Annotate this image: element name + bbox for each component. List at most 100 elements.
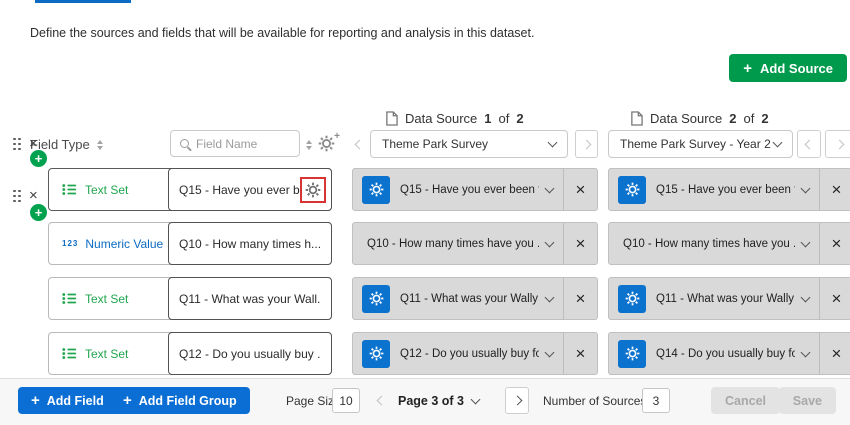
mapping-select[interactable]: Q10 - How many times have you ... (609, 223, 819, 264)
mapping-settings-button[interactable] (618, 176, 646, 204)
gear-icon (369, 291, 384, 306)
drag-handle-icon[interactable] (13, 189, 21, 203)
mapping-label: Q12 - Do you usually buy fo... (400, 348, 539, 360)
plus-icon: + (35, 206, 43, 219)
source-1-next-button[interactable] (575, 130, 598, 158)
field-settings-gear-icon[interactable] (305, 182, 321, 198)
mapping-cell: Q15 - Have you ever been t... × (352, 168, 598, 211)
remove-mapping-button[interactable]: × (820, 223, 850, 264)
add-field-group-label: Add Field Group (139, 394, 237, 408)
field-type-value: Numeric Value (85, 237, 163, 251)
field-name-cell[interactable]: Q11 - What was your Wall... (168, 277, 332, 320)
chevron-down-icon (773, 138, 783, 148)
field-name-search-input[interactable] (196, 137, 290, 151)
remove-mapping-button[interactable]: × (564, 169, 597, 210)
remove-mapping-button[interactable]: × (564, 223, 597, 264)
mapping-select[interactable]: Q10 - How many times have you ... (353, 223, 563, 264)
add-field-label: Add Field (47, 394, 104, 408)
remove-row-icon[interactable]: × (29, 136, 38, 151)
chevron-down-icon (801, 237, 811, 247)
field-name-cell[interactable]: Q10 - How many times h... (168, 222, 332, 265)
source-header-of: of (499, 111, 510, 126)
prev-page-button[interactable] (372, 387, 390, 414)
gear-icon (625, 291, 640, 306)
source-header-label: Data Source (650, 111, 722, 126)
field-name-cell[interactable]: Q15 - Have you ever b (168, 168, 332, 211)
source-header-total: 2 (761, 111, 768, 126)
mapping-settings-button[interactable] (362, 176, 390, 204)
document-icon (385, 111, 398, 126)
remove-mapping-button[interactable]: × (820, 333, 850, 374)
textset-icon (62, 347, 78, 360)
mapping-cell: Q14 - Do you usually buy fo... × (608, 332, 850, 375)
field-name-search[interactable] (170, 130, 300, 157)
insert-field-above-button[interactable]: + (30, 150, 47, 167)
mapping-label: Q11 - What was your Wally ... (656, 293, 795, 305)
insert-field-below-button[interactable]: + (30, 204, 47, 221)
source-header-total: 2 (516, 111, 523, 126)
mapping-select[interactable]: Q11 - What was your Wally ... (390, 278, 563, 319)
field-row-3: Text Set Q11 - What was your Wall... (48, 277, 332, 320)
remove-mapping-button[interactable]: × (564, 333, 597, 374)
scroll-sources-right-button[interactable] (825, 130, 850, 158)
source-1-select[interactable]: Theme Park Survey (370, 130, 568, 158)
scroll-sources-prev-button[interactable] (797, 130, 821, 158)
sort-icon[interactable] (306, 140, 312, 150)
remove-mapping-button[interactable]: × (564, 278, 597, 319)
source-header-of: of (744, 111, 755, 126)
field-row-2: 123 Numeric Value Q10 - How many times h… (48, 222, 332, 265)
textset-icon (62, 292, 78, 305)
mapping-settings-button[interactable] (618, 340, 646, 368)
remove-mapping-button[interactable]: × (820, 169, 850, 210)
scroll-sources-left-button[interactable] (350, 130, 368, 158)
plus-icon: + (743, 61, 752, 76)
sort-icon[interactable] (97, 140, 103, 150)
field-row-1: Text Set Q15 - Have you ever b (48, 168, 332, 211)
remove-mapping-button[interactable]: × (820, 278, 850, 319)
chevron-down-icon (545, 237, 555, 247)
field-name-cell[interactable]: Q12 - Do you usually buy ... (168, 332, 332, 375)
source-2-select[interactable]: Theme Park Survey - Year 2 (608, 130, 793, 158)
plus-icon: + (35, 152, 43, 165)
annotation-highlight-box (300, 177, 326, 203)
field-name-text: Q11 - What was your Wall... (179, 292, 321, 306)
drag-handle-icon[interactable] (13, 137, 21, 151)
field-type-value: Text Set (85, 183, 128, 197)
mapping-label: Q14 - Do you usually buy fo... (656, 348, 795, 360)
save-button[interactable]: Save (779, 387, 836, 414)
gear-icon (369, 182, 384, 197)
mapping-label: Q15 - Have you ever been t... (656, 184, 795, 196)
mapping-select[interactable]: Q15 - Have you ever been t... (390, 169, 563, 210)
cancel-button[interactable]: Cancel (711, 387, 780, 414)
document-icon (630, 111, 643, 126)
chevron-down-icon (801, 347, 811, 357)
add-field-button[interactable]: + Add Field (18, 387, 117, 414)
chevron-down-icon (471, 394, 481, 404)
field-type-value: Text Set (85, 347, 128, 361)
add-field-group-button[interactable]: + Add Field Group (110, 387, 250, 414)
mapping-select[interactable]: Q12 - Do you usually buy fo... (390, 333, 563, 374)
add-source-button[interactable]: + Add Source (729, 54, 847, 82)
mapping-settings-button[interactable] (362, 285, 390, 313)
mapping-label: Q11 - What was your Wally ... (400, 293, 539, 305)
remove-row-icon[interactable]: × (29, 188, 38, 203)
mapping-select[interactable]: Q15 - Have you ever been t... (646, 169, 819, 210)
mapping-cell: Q11 - What was your Wally ... × (608, 277, 850, 320)
source-2-selected: Theme Park Survey - Year 2 (620, 137, 771, 151)
mapping-label: Q15 - Have you ever been t... (400, 184, 539, 196)
source-1-header: Data Source 1 of 2 (385, 111, 524, 126)
next-page-button[interactable] (505, 387, 529, 414)
mapping-settings-button[interactable] (618, 285, 646, 313)
mapping-select[interactable]: Q11 - What was your Wally ... (646, 278, 819, 319)
mapping-cell: Q11 - What was your Wally ... × (352, 277, 598, 320)
column-settings-gear-icon[interactable]: + (318, 135, 338, 155)
page-indicator[interactable]: Page 3 of 3 (398, 387, 479, 414)
field-name-text: Q12 - Do you usually buy ... (179, 347, 321, 361)
mapping-select[interactable]: Q14 - Do you usually buy fo... (646, 333, 819, 374)
mapping-settings-button[interactable] (362, 340, 390, 368)
page-size-input[interactable] (332, 388, 360, 413)
source-header-label: Data Source (405, 111, 477, 126)
source-header-index: 2 (729, 111, 736, 126)
chevron-down-icon (545, 292, 555, 302)
num-sources-input[interactable] (642, 388, 670, 413)
